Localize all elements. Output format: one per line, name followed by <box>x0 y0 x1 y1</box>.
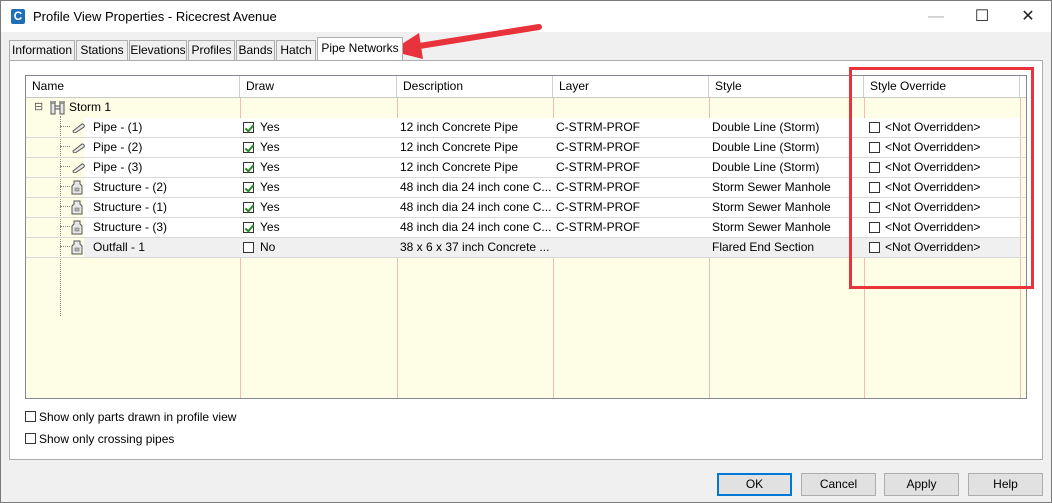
pipe-icon <box>72 163 85 173</box>
minimize-icon[interactable]: — <box>913 1 959 32</box>
show-only-crossing-checkbox[interactable] <box>25 433 36 444</box>
profile-view-properties-dialog: C Profile View Properties - Ricecrest Av… <box>0 0 1052 503</box>
draw-checkbox[interactable] <box>243 122 254 133</box>
row-style[interactable]: Storm Sewer Manhole <box>712 178 862 197</box>
row-description: 12 inch Concrete Pipe <box>400 120 519 134</box>
row-name: Pipe - (2) <box>93 140 143 154</box>
maximize-icon[interactable]: ☐ <box>959 1 1005 32</box>
window-title: Profile View Properties - Ricecrest Aven… <box>33 9 277 24</box>
tab-information[interactable]: Information <box>9 40 75 60</box>
row-layer[interactable]: C-STRM-PROF <box>556 158 706 177</box>
row-style[interactable]: Flared End Section <box>712 238 862 257</box>
collapse-icon[interactable]: ⊟ <box>34 98 46 117</box>
tab-hatch[interactable]: Hatch <box>276 40 316 60</box>
structure-icon <box>71 240 83 255</box>
highlight-box <box>849 67 1034 289</box>
row-description: 48 inch dia 24 inch cone C... <box>400 220 551 234</box>
draw-checkbox[interactable] <box>243 242 254 253</box>
row-layer[interactable]: C-STRM-PROF <box>556 178 706 197</box>
draw-value: Yes <box>260 140 280 154</box>
tab-pipe-networks[interactable]: Pipe Networks <box>317 37 403 60</box>
show-only-drawn-checkbox[interactable] <box>25 411 36 422</box>
draw-checkbox[interactable] <box>243 182 254 193</box>
pipe-network-icon <box>50 101 65 115</box>
show-only-drawn-label: Show only parts drawn in profile view <box>39 410 237 424</box>
row-description: 48 inch dia 24 inch cone C... <box>400 180 551 194</box>
callout-arrow-icon <box>391 24 542 59</box>
row-style[interactable]: Storm Sewer Manhole <box>712 218 862 237</box>
draw-checkbox[interactable] <box>243 162 254 173</box>
column-header-draw[interactable]: Draw <box>240 76 397 97</box>
tab-stations[interactable]: Stations <box>76 40 128 60</box>
row-layer[interactable]: C-STRM-PROF <box>556 198 706 217</box>
row-layer[interactable]: C-STRM-PROF <box>556 118 706 137</box>
draw-checkbox[interactable] <box>243 142 254 153</box>
row-name: Structure - (2) <box>93 180 168 194</box>
draw-checkbox[interactable] <box>243 202 254 213</box>
row-description: 12 inch Concrete Pipe <box>400 140 519 154</box>
network-name: Storm 1 <box>69 100 112 114</box>
close-icon[interactable]: ✕ <box>1005 1 1051 32</box>
draw-value: Yes <box>260 160 280 174</box>
draw-value: Yes <box>260 180 280 194</box>
row-layer[interactable] <box>556 238 706 257</box>
tab-elevations[interactable]: Elevations <box>129 40 187 60</box>
tab-profiles[interactable]: Profiles <box>188 40 235 60</box>
draw-value: Yes <box>260 120 280 134</box>
structure-icon <box>71 220 83 235</box>
civil3d-app-icon: C <box>11 9 25 24</box>
row-description: 38 x 6 x 37 inch Concrete ... <box>400 240 550 254</box>
help-button[interactable]: Help <box>968 473 1043 496</box>
row-name: Structure - (1) <box>93 200 168 214</box>
pipe-icon <box>72 143 85 153</box>
tab-bands[interactable]: Bands <box>236 40 275 60</box>
column-header-style[interactable]: Style <box>709 76 864 97</box>
column-header-layer[interactable]: Layer <box>553 76 709 97</box>
row-layer[interactable]: C-STRM-PROF <box>556 138 706 157</box>
row-layer[interactable]: C-STRM-PROF <box>556 218 706 237</box>
apply-button[interactable]: Apply <box>884 473 959 496</box>
row-name: Outfall - 1 <box>93 240 146 254</box>
ok-button[interactable]: OK <box>717 473 792 496</box>
row-style[interactable]: Double Line (Storm) <box>712 158 862 177</box>
column-header-name[interactable]: Name <box>26 76 240 97</box>
show-only-crossing-label: Show only crossing pipes <box>39 432 175 446</box>
row-description: 12 inch Concrete Pipe <box>400 160 519 174</box>
draw-value: Yes <box>260 200 280 214</box>
row-description: 48 inch dia 24 inch cone C... <box>400 200 551 214</box>
draw-value: Yes <box>260 220 280 234</box>
pipe-icon <box>72 123 85 133</box>
row-name: Pipe - (3) <box>93 160 143 174</box>
row-style[interactable]: Double Line (Storm) <box>712 118 862 137</box>
structure-icon <box>71 180 83 195</box>
row-name: Structure - (3) <box>93 220 168 234</box>
draw-value: No <box>260 240 276 254</box>
column-header-description[interactable]: Description <box>397 76 553 97</box>
row-name: Pipe - (1) <box>93 120 143 134</box>
draw-checkbox[interactable] <box>243 222 254 233</box>
row-style[interactable]: Storm Sewer Manhole <box>712 198 862 217</box>
cancel-button[interactable]: Cancel <box>801 473 876 496</box>
row-style[interactable]: Double Line (Storm) <box>712 138 862 157</box>
structure-icon <box>71 200 83 215</box>
